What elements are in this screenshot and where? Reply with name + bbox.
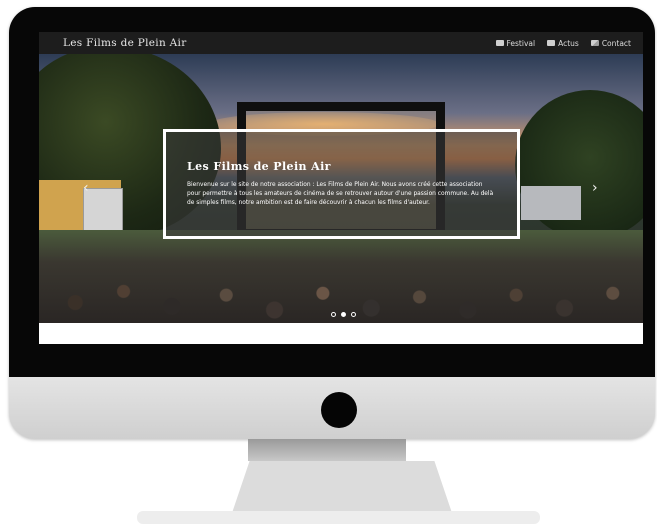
- site-brand[interactable]: Les Films de Plein Air: [63, 37, 187, 49]
- nav-link-label: Contact: [601, 38, 631, 48]
- hero-carousel: Les Films de Plein Air Bienvenue sur le …: [39, 54, 643, 323]
- nav-link-label: Actus: [558, 38, 579, 48]
- hero-text: Bienvenue sur le site de notre associati…: [187, 182, 494, 207]
- monitor: Les Films de Plein Air Festival Actus Co…: [9, 7, 655, 439]
- hero-image-booth: [521, 186, 581, 220]
- nav-link-label: Festival: [506, 38, 536, 48]
- carousel-indicators: [331, 312, 356, 317]
- nav-link-festival[interactable]: Festival: [495, 38, 536, 48]
- nav-link-contact[interactable]: Contact: [590, 38, 631, 48]
- hero-title: Les Films de Plein Air: [187, 160, 331, 173]
- carousel-indicator-2[interactable]: [341, 312, 346, 317]
- imac-mockup: Les Films de Plein Air Festival Actus Co…: [0, 0, 657, 526]
- site-navbar: Les Films de Plein Air Festival Actus Co…: [39, 32, 643, 54]
- website-screen: Les Films de Plein Air Festival Actus Co…: [39, 32, 643, 344]
- apple-logo-area: [321, 392, 357, 428]
- monitor-stand: [232, 461, 452, 513]
- nav-link-actus[interactable]: Actus: [547, 39, 579, 48]
- mail-icon: [590, 40, 599, 46]
- monitor-stand-base: [137, 511, 540, 524]
- carousel-prev-icon[interactable]: ‹: [83, 181, 89, 195]
- hero-caption: Les Films de Plein Air Bienvenue sur le …: [163, 129, 520, 239]
- carousel-next-icon[interactable]: ›: [592, 181, 598, 195]
- monitor-stand-neck: [248, 439, 406, 461]
- carousel-indicator-3[interactable]: [351, 312, 356, 317]
- newspaper-icon: [547, 40, 556, 46]
- hero-image-crowd: [39, 230, 643, 323]
- carousel-indicator-1[interactable]: [331, 312, 336, 317]
- film-icon: [495, 40, 504, 46]
- nav-links: Festival Actus Contact: [495, 38, 631, 48]
